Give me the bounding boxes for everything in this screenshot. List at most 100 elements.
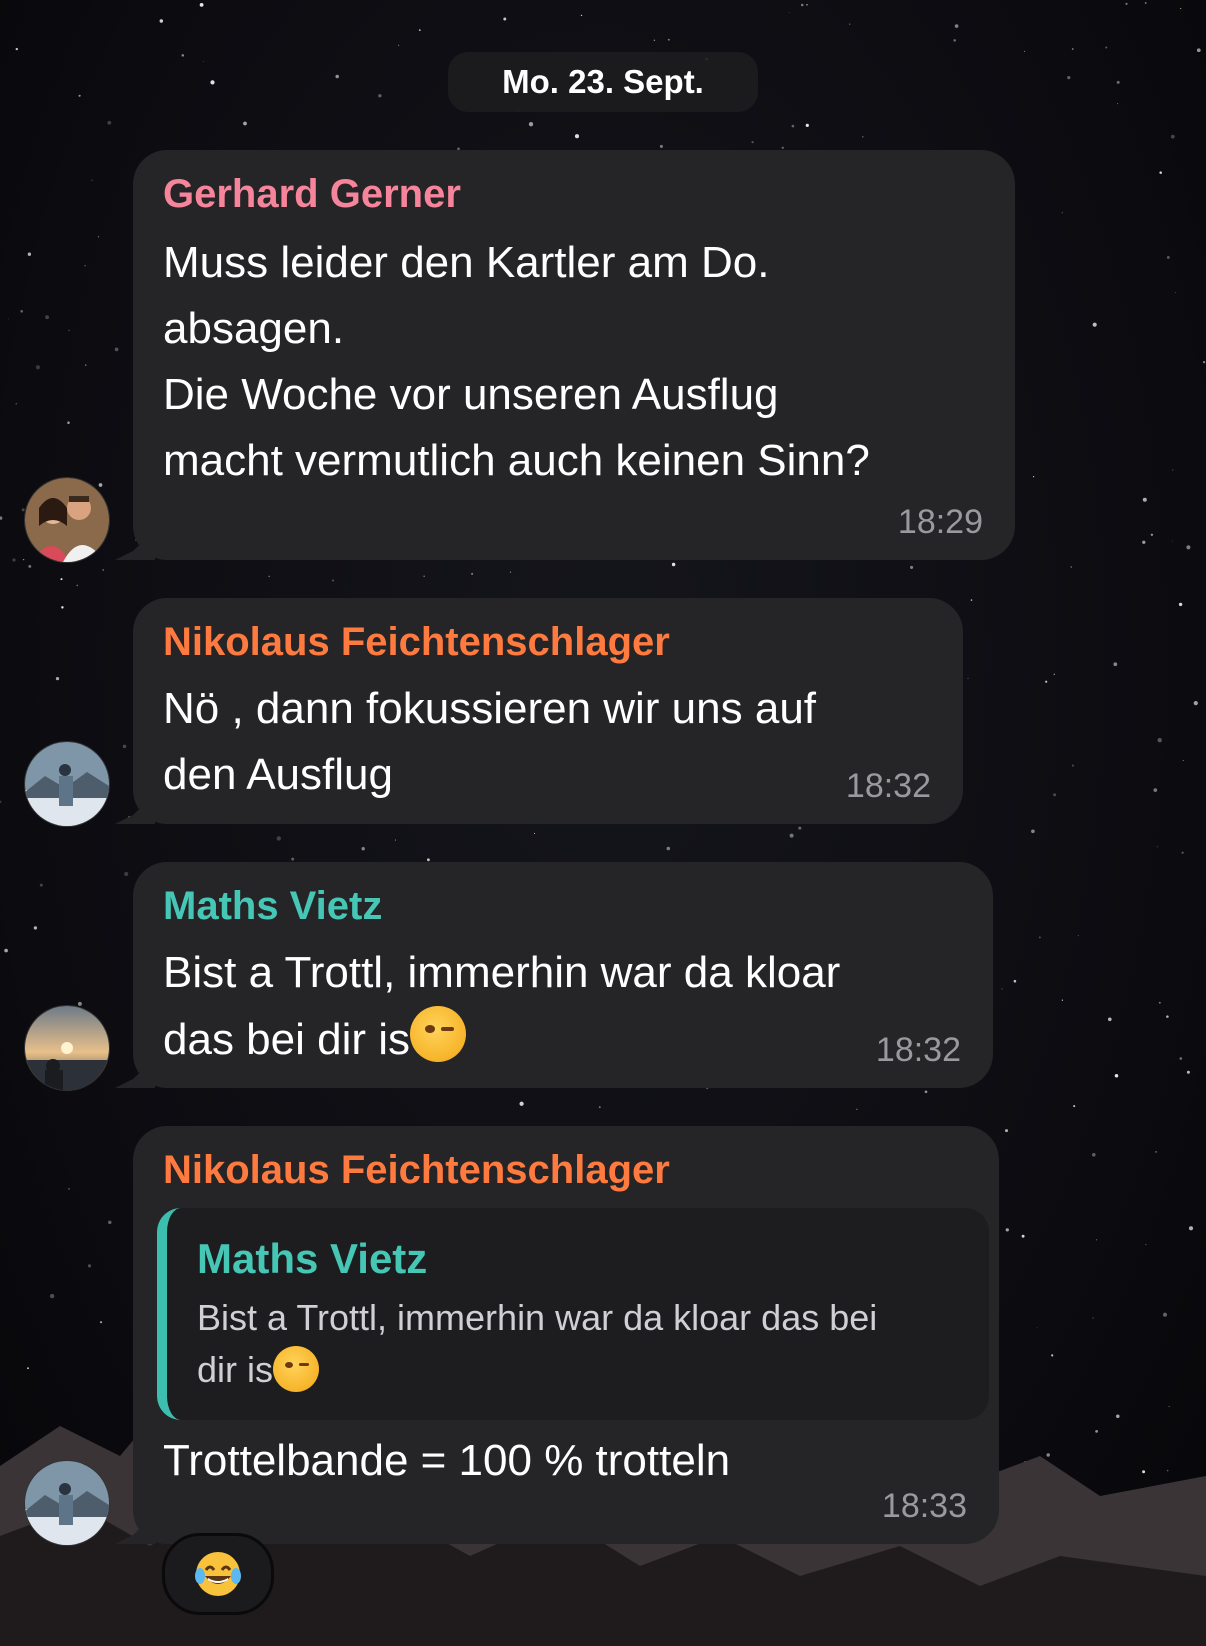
- star: [49, 1293, 55, 1299]
- star: [1144, 2, 1147, 4]
- star: [1071, 48, 1074, 50]
- star: [35, 365, 40, 370]
- star: [1053, 673, 1055, 675]
- star: [76, 584, 79, 587]
- star: [1193, 700, 1198, 706]
- sender-name[interactable]: Nikolaus Feichtenschlager: [163, 616, 931, 668]
- star: [1095, 1239, 1098, 1241]
- star: [856, 1108, 858, 1110]
- sender-name[interactable]: Maths Vietz: [163, 880, 961, 932]
- star: [1114, 1073, 1119, 1078]
- star: [1172, 540, 1174, 542]
- star: [1174, 291, 1177, 294]
- star: [580, 14, 583, 17]
- star: [378, 94, 382, 98]
- star: [1166, 1015, 1169, 1018]
- star: [398, 44, 400, 46]
- star: [1142, 540, 1146, 544]
- message-bubble[interactable]: Gerhard Gerner Muss leider den Kartler a…: [133, 150, 1015, 560]
- star: [98, 483, 103, 487]
- star: [1091, 1152, 1096, 1157]
- star: [68, 1188, 70, 1190]
- star: [751, 140, 754, 144]
- star: [28, 564, 32, 568]
- star: [97, 236, 100, 238]
- star: [671, 562, 676, 567]
- star: [1005, 1228, 1009, 1232]
- quote-text: Bist a Trottl, immerhin war da kloar das…: [197, 1297, 878, 1392]
- sender-name[interactable]: Nikolaus Feichtenschlager: [157, 1144, 989, 1196]
- star: [427, 858, 430, 862]
- star: [1172, 469, 1174, 471]
- star: [805, 123, 809, 128]
- message-bubble[interactable]: Nikolaus Feichtenschlager Nö , dann foku…: [133, 598, 963, 824]
- star: [1153, 788, 1158, 792]
- message-time: 18:32: [845, 767, 931, 805]
- star: [1067, 76, 1071, 80]
- star: [1181, 851, 1184, 854]
- star: [1053, 793, 1057, 797]
- star: [1073, 1105, 1076, 1108]
- star: [1170, 134, 1175, 139]
- star: [210, 80, 215, 85]
- star: [1156, 846, 1158, 848]
- star: [1077, 935, 1079, 937]
- star: [970, 599, 973, 601]
- star: [598, 1106, 601, 1108]
- star: [332, 579, 334, 582]
- message-bubble[interactable]: Maths Vietz Bist a Trottl, immerhin war …: [133, 862, 993, 1088]
- avatar-gerhard[interactable]: [24, 477, 110, 563]
- star: [1038, 936, 1041, 939]
- reaction-badge[interactable]: [162, 1533, 274, 1615]
- star: [276, 836, 281, 841]
- message-time: 18:32: [875, 1031, 961, 1069]
- star: [102, 569, 104, 571]
- star: [114, 347, 119, 352]
- star: [243, 121, 247, 126]
- star: [1033, 476, 1035, 478]
- message-time: 18:29: [897, 503, 983, 541]
- star: [418, 29, 421, 31]
- star: [8, 318, 10, 320]
- star: [1001, 988, 1003, 990]
- star: [0, 800, 2, 804]
- sender-name[interactable]: Gerhard Gerner: [163, 168, 983, 220]
- star: [1031, 829, 1035, 834]
- star: [361, 847, 365, 851]
- star: [1117, 103, 1119, 105]
- reply-quote[interactable]: Maths Vietz Bist a Trottl, immerhin war …: [157, 1208, 989, 1420]
- star: [1107, 1017, 1112, 1022]
- star: [159, 19, 164, 23]
- star: [1061, 212, 1063, 214]
- star: [1186, 1070, 1190, 1074]
- star: [849, 23, 851, 25]
- winking-face-icon: [410, 1006, 467, 1062]
- avatar-nikolaus[interactable]: [24, 741, 110, 827]
- avatar-nikolaus[interactable]: [24, 1460, 110, 1546]
- star: [653, 39, 656, 41]
- star: [666, 846, 671, 851]
- star: [503, 17, 507, 21]
- message-bubble[interactable]: Nikolaus Feichtenschlager Maths Vietz Bi…: [133, 1126, 999, 1544]
- star: [800, 3, 804, 7]
- star: [27, 252, 32, 256]
- star: [1150, 533, 1154, 536]
- star: [1024, 50, 1026, 52]
- star: [1061, 999, 1064, 1001]
- star: [60, 578, 63, 581]
- star: [789, 833, 794, 838]
- star: [1071, 764, 1074, 767]
- star: [791, 124, 795, 128]
- star: [471, 572, 474, 575]
- star: [954, 24, 959, 28]
- avatar-maths[interactable]: [24, 1005, 110, 1091]
- quote-sender: Maths Vietz: [197, 1235, 428, 1282]
- star: [659, 144, 663, 148]
- star: [806, 4, 808, 6]
- star: [33, 926, 38, 930]
- star: [1004, 1129, 1009, 1133]
- star: [20, 310, 24, 313]
- star: [862, 136, 864, 138]
- star: [291, 857, 295, 861]
- star: [1202, 360, 1206, 364]
